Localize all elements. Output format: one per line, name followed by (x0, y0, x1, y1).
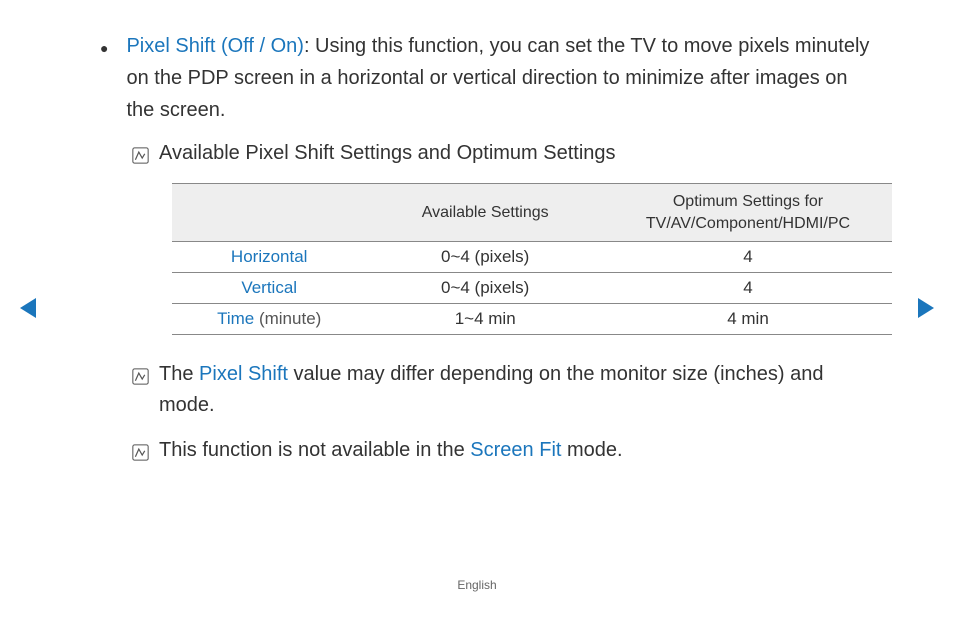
table-header-available: Available Settings (366, 184, 604, 242)
bullet-text: Pixel Shift (Off / On): Using this funct… (126, 30, 874, 126)
row-label: Vertical (172, 273, 366, 304)
table-header-optimum: Optimum Settings for TV/AV/Component/HDM… (604, 184, 892, 242)
next-page-button[interactable] (916, 296, 936, 325)
cell-available: 0~4 (pixels) (366, 242, 604, 273)
settings-table: Available Settings Optimum Settings for … (172, 183, 892, 335)
row-label: Horizontal (172, 242, 366, 273)
note-icon (132, 143, 149, 160)
cell-optimum: 4 min (604, 304, 892, 335)
note-icon (132, 364, 149, 381)
note-screen-fit: This function is not available in the Sc… (132, 435, 874, 466)
bullet-item: ● Pixel Shift (Off / On): Using this fun… (100, 30, 874, 126)
prev-page-button[interactable] (18, 296, 38, 325)
note-icon (132, 440, 149, 457)
table-row: Vertical 0~4 (pixels) 4 (172, 273, 892, 304)
cell-available: 0~4 (pixels) (366, 273, 604, 304)
note-pixel-shift-value: The Pixel Shift value may differ dependi… (132, 359, 874, 421)
table-header-empty (172, 184, 366, 242)
footer-language: English (0, 578, 954, 592)
cell-optimum: 4 (604, 273, 892, 304)
cell-available: 1~4 min (366, 304, 604, 335)
bullet-dot-icon: ● (100, 37, 108, 59)
table-row: Time (minute) 1~4 min 4 min (172, 304, 892, 335)
link-pixel-shift: Pixel Shift (199, 363, 288, 385)
link-screen-fit: Screen Fit (470, 439, 561, 461)
note-text: Available Pixel Shift Settings and Optim… (159, 138, 874, 169)
cell-optimum: 4 (604, 242, 892, 273)
note-text: This function is not available in the Sc… (159, 435, 874, 466)
note-available-settings: Available Pixel Shift Settings and Optim… (132, 138, 874, 169)
feature-name: Pixel Shift (Off / On) (126, 35, 303, 57)
table-row: Horizontal 0~4 (pixels) 4 (172, 242, 892, 273)
row-label: Time (minute) (172, 304, 366, 335)
note-text: The Pixel Shift value may differ dependi… (159, 359, 874, 421)
